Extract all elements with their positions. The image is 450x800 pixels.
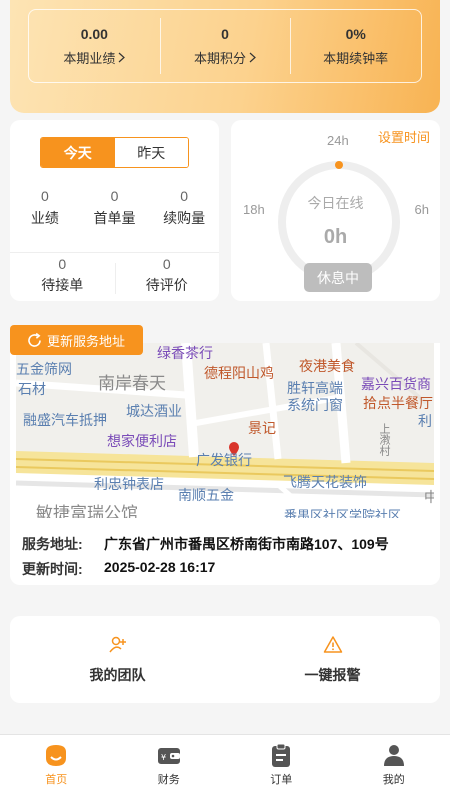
stat-performance[interactable]: 0.00 本期业绩 — [29, 10, 160, 82]
stat-value: 0.00 — [80, 25, 108, 42]
tab-today[interactable]: 今天 — [41, 138, 115, 167]
day-tabs: 今天 昨天 — [40, 137, 189, 168]
stat-value: 0 — [180, 188, 189, 204]
pending-orders[interactable]: 0 待接单 — [10, 253, 115, 298]
stat-performance: 0 业绩 — [10, 188, 80, 228]
chevron-right-icon — [118, 52, 126, 62]
tab-yesterday[interactable]: 昨天 — [114, 138, 188, 167]
home-icon — [46, 745, 67, 766]
pending-stats: 0 待接单 0 待评价 — [10, 252, 219, 298]
svg-text:¥: ¥ — [161, 753, 166, 762]
quick-actions: 我的团队 一键报警 — [10, 616, 440, 703]
map-label: 利 — [418, 413, 432, 429]
nav-finance[interactable]: ¥ 财务 — [113, 735, 226, 800]
nav-home-label: 首页 — [45, 774, 68, 786]
map-label: 石材 — [18, 381, 46, 397]
refresh-address-button[interactable]: 更新服务地址 — [10, 325, 143, 355]
stat-points[interactable]: 0 本期积分 — [159, 10, 291, 82]
map-label: 想家便利店 — [107, 433, 177, 449]
map-label: 景记 — [248, 420, 276, 436]
summary-stats: 0.00 本期业绩 0 本期积分 0% 本期续钟率 — [28, 9, 422, 83]
stat-label: 待评价 — [145, 277, 188, 293]
map-label: 飞腾天花装饰 — [283, 474, 367, 490]
online-title: 今日在线 — [307, 195, 364, 211]
map-label: 上漖村 — [378, 423, 390, 456]
bottom-nav: 首页 ¥ 财务 订单 我的 — [0, 734, 450, 800]
map-label: 融盛汽车抵押 — [23, 412, 107, 428]
add-user-icon — [108, 636, 126, 652]
map-card: 绿香茶行 五金筛网 石材 南岸春天 德程阳山鸡 夜港美食 胜轩高端 系统门窗 嘉… — [10, 343, 440, 585]
stat-label: 本期积分 — [194, 50, 247, 66]
day-stats-card: 今天 昨天 0 业绩 0 首单量 0 续购量 0 待接单 0 待评价 — [10, 120, 219, 301]
pending-reviews[interactable]: 0 待评价 — [114, 253, 220, 298]
status-button[interactable]: 休息中 — [304, 263, 372, 292]
gauge-progress-dot — [335, 161, 343, 169]
clipboard-icon — [272, 743, 291, 767]
service-address-value: 广东省广州市番禺区桥南街市南路107、109号 — [104, 536, 389, 552]
online-card: 设置时间 24h 18h 6h 今日在线 0h 休息中 — [231, 120, 440, 301]
nav-profile[interactable]: 我的 — [338, 735, 450, 800]
map-label: 城达酒业 — [126, 403, 182, 419]
stat-label: 本期续钟率 — [323, 50, 389, 66]
map-label: 广发银行 — [196, 452, 252, 468]
map-label: 绿香茶行 — [157, 345, 213, 361]
map-label: 拾点半餐厅 — [363, 395, 433, 411]
wallet-icon: ¥ — [157, 748, 180, 764]
refresh-address-label: 更新服务地址 — [47, 333, 126, 349]
stat-value: 0 — [162, 256, 171, 272]
update-time-value: 2025-02-28 16:17 — [104, 559, 216, 575]
stat-value: 0 — [58, 256, 67, 272]
stat-renewals: 0 续购量 — [149, 188, 219, 228]
stat-label: 业绩 — [30, 210, 59, 226]
nav-profile-label: 我的 — [382, 774, 405, 786]
stat-label: 首单量 — [93, 210, 136, 226]
stat-value: 0 — [110, 188, 119, 204]
nav-orders-label: 订单 — [270, 774, 293, 786]
stat-label: 续购量 — [163, 210, 206, 226]
map-label: 番禺区社区学院社区 — [284, 508, 402, 518]
summary-card: 0.00 本期业绩 0 本期积分 0% 本期续钟率 — [10, 0, 440, 113]
service-address-row: 服务地址: 广东省广州市番禺区桥南街市南路107、109号 — [22, 534, 389, 554]
nav-orders[interactable]: 订单 — [225, 735, 338, 800]
gauge-label-24h: 24h — [327, 133, 349, 148]
map-label: 南顺五金 — [178, 487, 234, 503]
chevron-right-icon — [249, 52, 256, 62]
map-label: 利忠钟表店 — [94, 476, 164, 492]
map-label: 南岸春天 — [98, 374, 166, 393]
refresh-icon — [28, 332, 41, 347]
warning-icon — [323, 635, 342, 653]
stat-label: 本期业绩 — [63, 50, 116, 66]
map-label: 五金筛网 — [16, 361, 72, 377]
map-label: 德程阳山鸡 — [204, 365, 274, 381]
stat-value: 0 — [221, 25, 229, 42]
emergency-alarm-button[interactable]: 一键报警 — [225, 616, 440, 703]
map-label: 系统门窗 — [287, 397, 343, 413]
user-icon — [383, 745, 404, 766]
stat-value: 0% — [345, 25, 366, 42]
my-team-button[interactable]: 我的团队 — [10, 616, 225, 703]
nav-home[interactable]: 首页 — [0, 735, 113, 800]
stat-renewal-rate: 0% 本期续钟率 — [290, 10, 421, 82]
update-time-row: 更新时间: 2025-02-28 16:17 — [22, 559, 215, 579]
stat-value: 0 — [40, 188, 49, 204]
emergency-alarm-label: 一键报警 — [304, 666, 361, 683]
nav-finance-label: 财务 — [157, 774, 180, 786]
map-label: 嘉兴百货商 — [361, 376, 431, 392]
update-time-key: 更新时间: — [22, 561, 83, 577]
online-hours: 0h — [323, 226, 348, 248]
map-view[interactable]: 绿香茶行 五金筛网 石材 南岸春天 德程阳山鸡 夜港美食 胜轩高端 系统门窗 嘉… — [16, 343, 434, 518]
stat-label: 待接单 — [41, 277, 84, 293]
map-label: 夜港美食 — [299, 358, 355, 374]
set-time-link[interactable]: 设置时间 — [378, 127, 430, 146]
map-label: 敏捷富瑞公馆 — [36, 504, 138, 518]
map-label: 中 — [424, 489, 434, 505]
day-stats-grid: 0 业绩 0 首单量 0 续购量 — [10, 188, 219, 228]
stat-first-orders: 0 首单量 — [80, 188, 150, 228]
service-address-key: 服务地址: — [22, 536, 83, 552]
my-team-label: 我的团队 — [89, 666, 146, 683]
